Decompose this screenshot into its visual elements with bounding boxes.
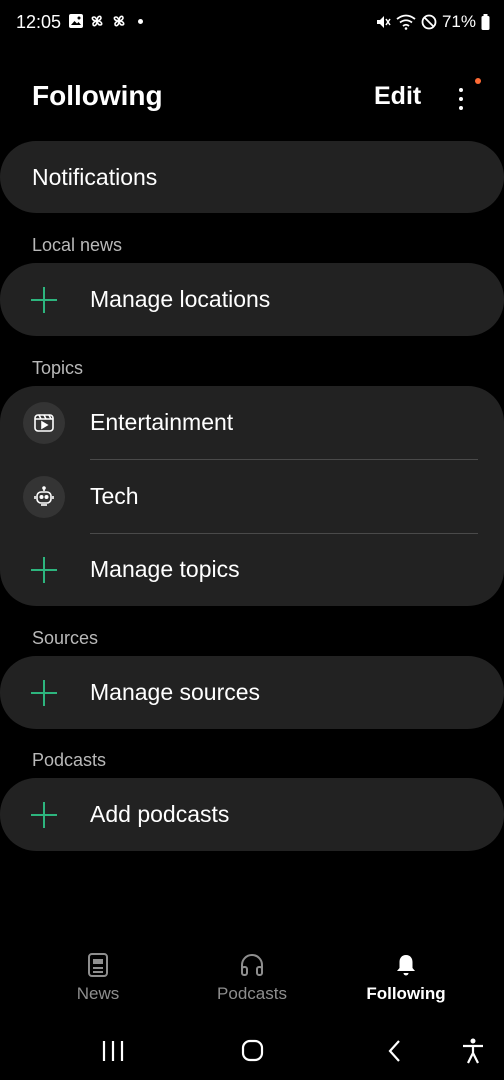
plus-icon <box>31 556 57 583</box>
plus-icon <box>31 286 57 313</box>
wifi-icon <box>396 14 416 30</box>
status-time: 12:05 <box>16 12 62 32</box>
battery-percent: 71% <box>441 12 476 31</box>
nav-label-following: Following <box>366 984 446 1003</box>
bottom-navigation: News Podcasts Following <box>0 940 504 1020</box>
nav-tab-following[interactable]: Following <box>336 940 476 1010</box>
pinwheel-icon <box>110 12 128 30</box>
notification-dot <box>138 18 143 24</box>
nav-tab-news[interactable]: News <box>28 940 168 1010</box>
robot-icon <box>23 475 65 518</box>
recents-button[interactable] <box>98 1037 128 1065</box>
nav-label-news: News <box>76 984 120 1003</box>
battery-icon <box>481 14 490 30</box>
topics-card: Entertainment Tech Manage topics <box>0 386 504 606</box>
topic-tech-label: Tech <box>90 483 139 509</box>
section-heading-local-news: Local news <box>32 235 123 255</box>
accessibility-button[interactable] <box>458 1037 488 1065</box>
play-video-icon <box>23 401 65 444</box>
pinwheel-icon <box>88 12 106 30</box>
sources-card: Manage sources <box>0 656 504 729</box>
notifications-row[interactable]: Notifications <box>0 141 504 213</box>
topic-entertainment-row[interactable]: Entertainment <box>0 386 504 459</box>
home-button[interactable] <box>238 1037 268 1065</box>
screen: 12:05 71% Following Edit Notifications L… <box>0 0 504 1080</box>
system-navigation-bar <box>0 1020 504 1080</box>
more-options-button[interactable] <box>446 82 476 116</box>
section-heading-topics: Topics <box>32 358 84 378</box>
page-title: Following <box>32 80 163 111</box>
status-bar: 12:05 71% <box>0 0 504 44</box>
manage-topics-label: Manage topics <box>90 556 240 582</box>
manage-sources-row[interactable]: Manage sources <box>0 656 504 729</box>
nav-label-podcasts: Podcasts <box>217 984 287 1003</box>
add-podcasts-label: Add podcasts <box>90 801 230 827</box>
status-left-icons <box>68 12 143 30</box>
section-heading-sources: Sources <box>32 628 99 648</box>
manage-topics-row[interactable]: Manage topics <box>0 533 504 606</box>
bell-icon <box>393 952 419 978</box>
dnd-icon <box>421 14 437 30</box>
manage-locations-row[interactable]: Manage locations <box>0 263 504 336</box>
manage-sources-label: Manage sources <box>90 679 261 705</box>
topic-entertainment-label: Entertainment <box>90 409 234 435</box>
newspaper-icon <box>85 952 111 978</box>
section-heading-podcasts: Podcasts <box>32 750 107 770</box>
nav-tab-podcasts[interactable]: Podcasts <box>182 940 322 1010</box>
podcasts-card: Add podcasts <box>0 778 504 851</box>
notifications-label: Notifications <box>32 164 158 190</box>
edit-button[interactable]: Edit <box>374 82 421 111</box>
add-podcasts-row[interactable]: Add podcasts <box>0 778 504 851</box>
status-right-icons: 71% <box>375 12 490 32</box>
topic-tech-row[interactable]: Tech <box>0 460 504 533</box>
mute-icon <box>375 14 391 30</box>
plus-icon <box>31 679 57 706</box>
new-badge-dot <box>475 78 481 84</box>
local-news-card: Manage locations <box>0 263 504 336</box>
image-icon <box>68 13 84 29</box>
manage-locations-label: Manage locations <box>90 286 271 312</box>
plus-icon <box>31 801 57 828</box>
back-button[interactable] <box>380 1037 410 1065</box>
headphones-icon <box>239 952 265 978</box>
